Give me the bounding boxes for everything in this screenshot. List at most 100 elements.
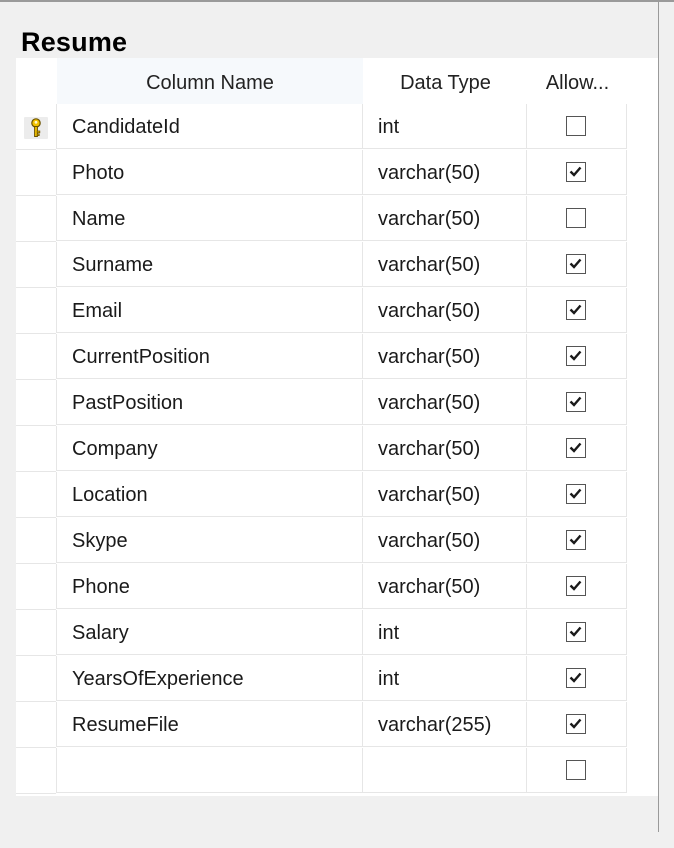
header-allow-nulls[interactable]: Allow... <box>528 58 627 104</box>
column-name-cell[interactable]: Salary <box>56 610 363 655</box>
table-row[interactable]: Surname varchar(50) <box>16 242 627 288</box>
column-name-cell[interactable]: Location <box>56 472 363 517</box>
column-name-cell[interactable]: Skype <box>56 518 363 563</box>
column-name-cell[interactable]: ResumeFile <box>56 702 363 747</box>
data-type-cell[interactable]: varchar(50) <box>363 196 527 241</box>
allow-nulls-cell <box>527 564 627 609</box>
checkbox-unchecked-icon[interactable] <box>566 116 586 136</box>
column-name-cell[interactable]: Surname <box>56 242 363 287</box>
row-selector[interactable] <box>16 196 56 242</box>
allow-nulls-cell <box>527 196 627 241</box>
checkbox-checked-icon[interactable] <box>566 530 586 550</box>
allow-nulls-cell <box>527 518 627 563</box>
checkbox-checked-icon[interactable] <box>566 714 586 734</box>
allow-nulls-cell <box>527 656 627 701</box>
data-type-cell[interactable]: varchar(50) <box>363 150 527 195</box>
grid-empty-area <box>16 796 658 830</box>
allow-nulls-cell <box>527 288 627 333</box>
checkbox-unchecked-icon[interactable] <box>566 760 586 780</box>
checkbox-checked-icon[interactable] <box>566 438 586 458</box>
table-designer-window[interactable]: Resume Column Name Data Type Allow... Ca… <box>0 2 659 832</box>
data-type-cell[interactable]: varchar(50) <box>363 380 527 425</box>
data-type-cell[interactable]: varchar(50) <box>363 334 527 379</box>
row-selector[interactable] <box>16 518 56 564</box>
checkbox-checked-icon[interactable] <box>566 162 586 182</box>
allow-nulls-cell <box>527 748 627 793</box>
allow-nulls-cell <box>527 472 627 517</box>
row-selector[interactable] <box>16 472 56 518</box>
allow-nulls-cell <box>527 426 627 471</box>
allow-nulls-cell <box>527 380 627 425</box>
row-selector[interactable] <box>16 564 56 610</box>
table-row[interactable]: Name varchar(50) <box>16 196 627 242</box>
table-title: Resume <box>21 27 128 57</box>
checkbox-unchecked-icon[interactable] <box>566 208 586 228</box>
allow-nulls-cell <box>527 150 627 195</box>
checkbox-checked-icon[interactable] <box>566 300 586 320</box>
data-type-cell[interactable]: varchar(50) <box>363 518 527 563</box>
table-row[interactable]: ResumeFile varchar(255) <box>16 702 627 748</box>
data-type-cell[interactable]: varchar(50) <box>363 288 527 333</box>
table-row[interactable] <box>16 748 627 794</box>
row-selector[interactable] <box>16 242 56 288</box>
data-type-cell[interactable]: varchar(255) <box>363 702 527 747</box>
checkbox-checked-icon[interactable] <box>566 668 586 688</box>
column-name-cell[interactable]: YearsOfExperience <box>56 656 363 701</box>
checkbox-checked-icon[interactable] <box>566 392 586 412</box>
allow-nulls-cell <box>527 702 627 747</box>
table-row[interactable]: CurrentPosition varchar(50) <box>16 334 627 380</box>
header-column-name[interactable]: Column Name <box>57 58 363 104</box>
row-selector[interactable] <box>16 702 56 748</box>
checkbox-checked-icon[interactable] <box>566 346 586 366</box>
allow-nulls-cell <box>527 242 627 287</box>
row-selector[interactable] <box>16 656 56 702</box>
table-row[interactable]: CandidateId int <box>16 104 627 150</box>
column-name-cell[interactable]: CurrentPosition <box>56 334 363 379</box>
column-name-cell[interactable]: Photo <box>56 150 363 195</box>
checkbox-checked-icon[interactable] <box>566 622 586 642</box>
row-selector[interactable] <box>16 334 56 380</box>
checkbox-checked-icon[interactable] <box>566 254 586 274</box>
column-name-cell[interactable]: Email <box>56 288 363 333</box>
checkbox-checked-icon[interactable] <box>566 576 586 596</box>
allow-nulls-cell <box>527 610 627 655</box>
table-row[interactable]: Company varchar(50) <box>16 426 627 472</box>
data-type-cell[interactable] <box>363 748 527 793</box>
column-name-cell[interactable]: Company <box>56 426 363 471</box>
row-selector[interactable] <box>16 104 56 150</box>
data-type-cell[interactable]: varchar(50) <box>363 426 527 471</box>
table-row[interactable]: Skype varchar(50) <box>16 518 627 564</box>
allow-nulls-cell <box>527 334 627 379</box>
column-name-cell[interactable]: Phone <box>56 564 363 609</box>
data-type-cell[interactable]: int <box>363 610 527 655</box>
table-row[interactable]: Email varchar(50) <box>16 288 627 334</box>
table-row[interactable]: Photo varchar(50) <box>16 150 627 196</box>
column-name-cell[interactable]: PastPosition <box>56 380 363 425</box>
row-selector[interactable] <box>16 748 56 794</box>
grid-header: Column Name Data Type Allow... <box>16 58 627 104</box>
header-data-type[interactable]: Data Type <box>364 58 527 104</box>
key-icon <box>24 117 48 139</box>
table-row[interactable]: Salary int <box>16 610 627 656</box>
table-row[interactable]: YearsOfExperience int <box>16 656 627 702</box>
column-name-cell[interactable]: Name <box>56 196 363 241</box>
table-row[interactable]: PastPosition varchar(50) <box>16 380 627 426</box>
table-row[interactable]: Phone varchar(50) <box>16 564 627 610</box>
row-selector[interactable] <box>16 610 56 656</box>
data-type-cell[interactable]: varchar(50) <box>363 242 527 287</box>
checkbox-checked-icon[interactable] <box>566 484 586 504</box>
header-row-selector <box>16 58 56 104</box>
columns-grid[interactable]: Column Name Data Type Allow... Candidate… <box>16 58 658 830</box>
allow-nulls-cell <box>527 104 627 149</box>
row-selector[interactable] <box>16 150 56 196</box>
row-selector[interactable] <box>16 288 56 334</box>
row-selector[interactable] <box>16 426 56 472</box>
table-row[interactable]: Location varchar(50) <box>16 472 627 518</box>
data-type-cell[interactable]: int <box>363 104 527 149</box>
column-name-cell[interactable] <box>56 748 363 793</box>
data-type-cell[interactable]: varchar(50) <box>363 472 527 517</box>
column-name-cell[interactable]: CandidateId <box>56 104 363 149</box>
data-type-cell[interactable]: varchar(50) <box>363 564 527 609</box>
row-selector[interactable] <box>16 380 56 426</box>
data-type-cell[interactable]: int <box>363 656 527 701</box>
